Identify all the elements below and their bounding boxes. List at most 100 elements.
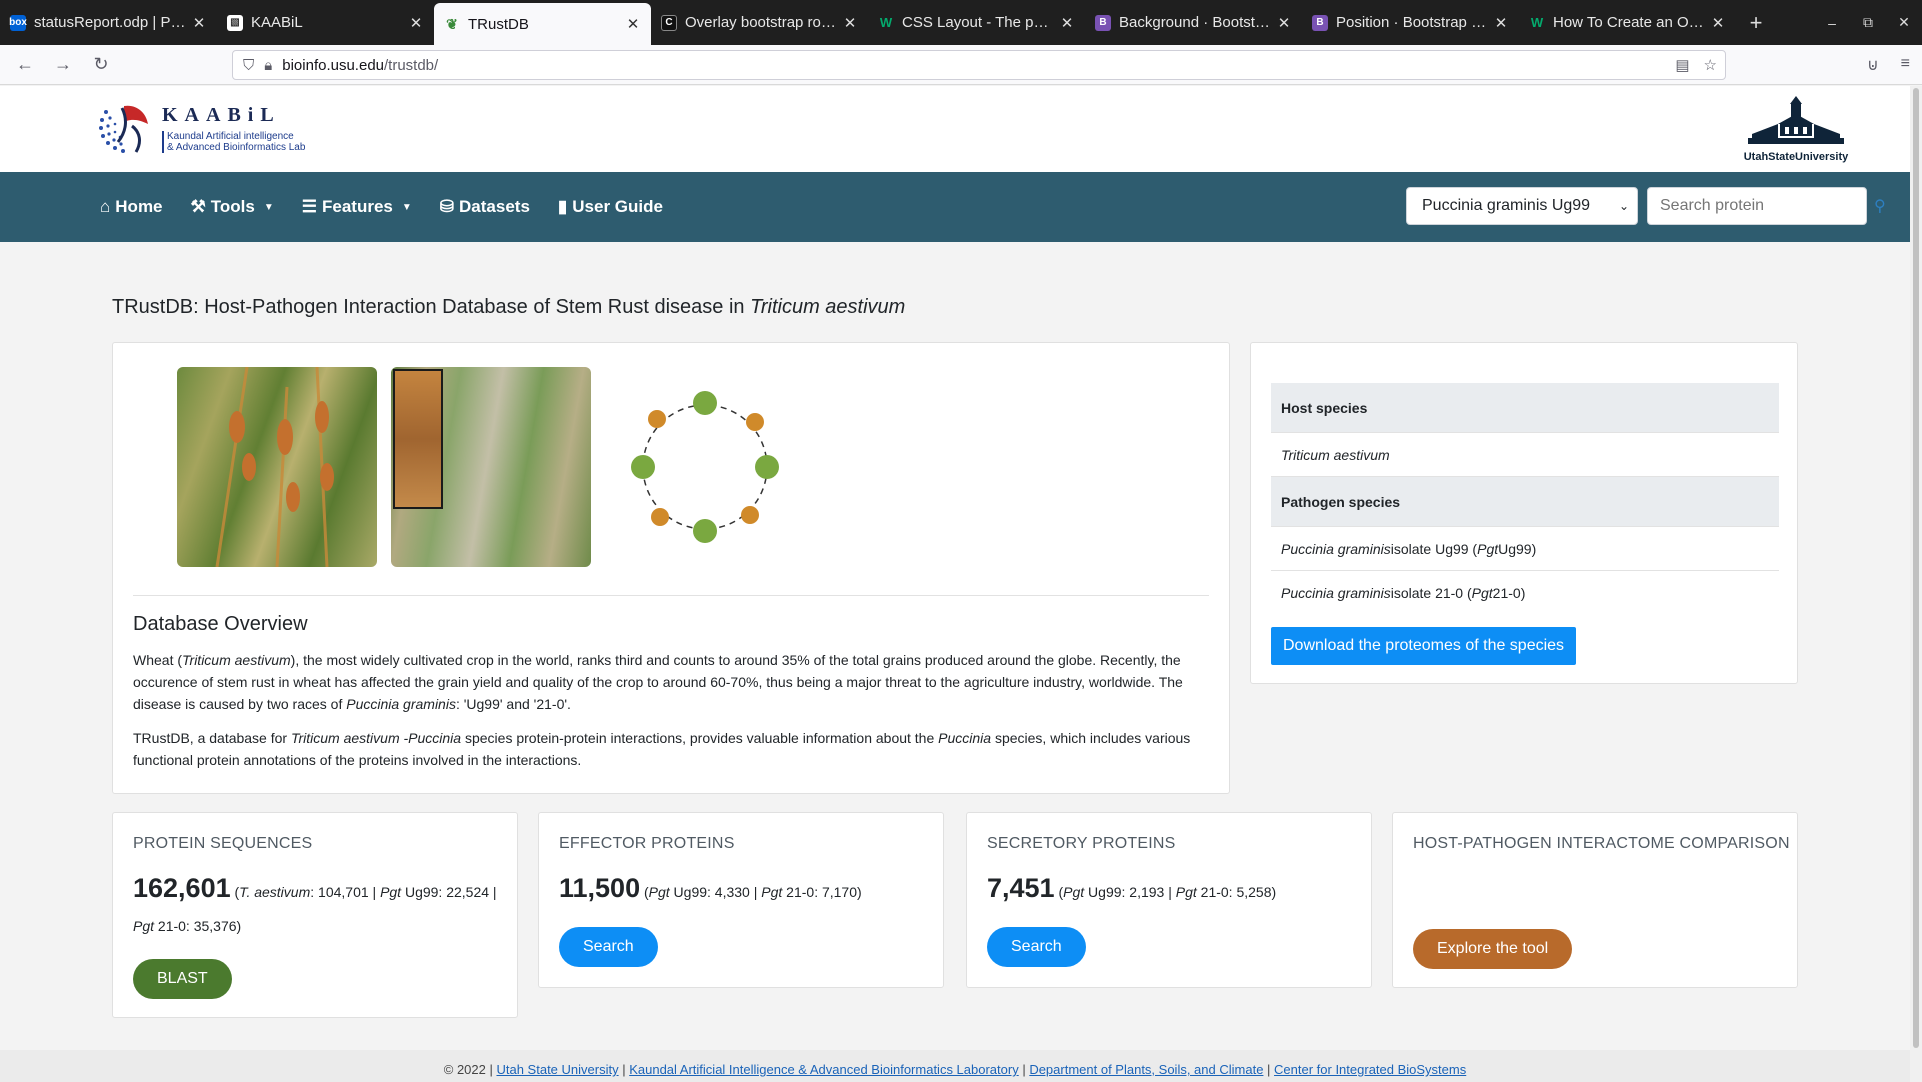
- species-name: Puccinia graminis: [346, 696, 456, 712]
- stat-number: 11,500: [559, 873, 641, 903]
- tab-title: Position · Bootstrap v5.0: [1336, 14, 1489, 31]
- stat-label: Effector Proteins: [559, 835, 735, 852]
- search-secretory-button[interactable]: Search: [987, 927, 1086, 967]
- close-tab-icon[interactable]: ✕: [408, 14, 424, 32]
- host-species-header: Host species: [1271, 383, 1779, 433]
- blast-button[interactable]: BLAST: [133, 959, 232, 999]
- tools-icon: ⚒: [190, 197, 206, 216]
- overview-paragraph-2: TRustDB, a database for Triticum aestivu…: [133, 727, 1213, 771]
- leaf-favicon-icon: ❦: [446, 15, 458, 32]
- search-protein-input[interactable]: [1647, 187, 1867, 225]
- text: (: [640, 884, 649, 900]
- nav-user-guide[interactable]: ▮ User Guide: [558, 197, 663, 217]
- separator: |: [1018, 1062, 1030, 1077]
- nav-features[interactable]: ☰ Features ▼: [302, 197, 412, 217]
- text: Ug99: 4,330 |: [669, 884, 762, 900]
- lock-icon[interactable]: 🔒︎: [264, 57, 272, 74]
- back-icon[interactable]: ←: [6, 54, 44, 75]
- logo-sub-line1: Kaundal Artificial intelligence: [167, 130, 294, 142]
- nav-tools-label: Tools: [210, 197, 255, 216]
- chevron-down-icon: ▼: [401, 201, 412, 213]
- browser-tab[interactable]: ▧ KAABiL ✕: [217, 0, 434, 45]
- bookmark-star-icon[interactable]: ☆: [1704, 56, 1717, 74]
- pathogen-species-header: Pathogen species: [1271, 477, 1779, 527]
- shield-icon[interactable]: ⛉: [243, 57, 254, 74]
- chevron-down-icon: ▼: [263, 201, 274, 213]
- stat-number: 162,601: [133, 873, 231, 903]
- text: (: [1054, 884, 1064, 900]
- tab-title: Overlay bootstrap row c: [685, 14, 838, 31]
- species-name: Puccinia graminis: [1281, 540, 1391, 557]
- pocket-icon[interactable]: ⊍: [1867, 55, 1879, 75]
- search-icon[interactable]: ⚲: [1874, 196, 1886, 216]
- download-proteomes-button[interactable]: Download the proteomes of the species: [1271, 627, 1577, 665]
- browser-tab-strip: box statusReport.odp | Powe ✕ ▧ KAABiL ✕…: [0, 0, 1922, 45]
- reload-icon[interactable]: ↻: [82, 54, 120, 75]
- interactome-comparison-card: Host-Pathogen Interactome Comparison Exp…: [1392, 812, 1798, 988]
- close-window-icon[interactable]: ✕: [1886, 14, 1922, 31]
- species-select[interactable]: Puccinia graminis Ug99 ⌄: [1406, 187, 1638, 225]
- nav-datasets[interactable]: ⛁ Datasets: [440, 197, 530, 217]
- browser-tab[interactable]: W How To Create an Overl ✕: [1519, 0, 1736, 45]
- url-bar[interactable]: ⛉ 🔒︎ bioinfo.usu.edu/trustdb/ ▤ ☆: [232, 50, 1726, 80]
- chevron-down-icon: ⌄: [1618, 199, 1629, 213]
- close-tab-icon[interactable]: ✕: [625, 15, 641, 33]
- nav-home-label: Home: [115, 197, 163, 216]
- overview-paragraph-1: Wheat (Triticum aestivum), the most wide…: [133, 649, 1213, 715]
- close-tab-icon[interactable]: ✕: [1493, 14, 1509, 32]
- pathogen-species-row: Puccinia graminis isolate Ug99 (Pgt Ug99…: [1271, 527, 1779, 571]
- footer-link-usu[interactable]: Utah State University: [496, 1062, 618, 1077]
- browser-tab-active[interactable]: ❦ TRustDB ✕: [434, 3, 651, 45]
- footer-link-cib[interactable]: Center for Integrated BioSystems: [1274, 1062, 1466, 1077]
- document-favicon-icon: ▧: [227, 14, 243, 31]
- new-tab-icon[interactable]: +: [1736, 0, 1776, 45]
- scrollbar-thumb[interactable]: [1913, 88, 1919, 1048]
- nav-tools[interactable]: ⚒ Tools ▼: [191, 197, 274, 217]
- footer-link-psc[interactable]: Department of Plants, Soils, and Climate: [1029, 1062, 1263, 1077]
- browser-tab[interactable]: C Overlay bootstrap row c ✕: [651, 0, 868, 45]
- page-title-text: TRustDB: Host-Pathogen Interaction Datab…: [112, 296, 751, 318]
- browser-tab[interactable]: B Position · Bootstrap v5.0 ✕: [1302, 0, 1519, 45]
- usu-logo[interactable]: UtahStateUniversity: [1738, 94, 1854, 166]
- stat-value: 7,451 (Pgt Ug99: 2,193 | Pgt 21-0: 5,258…: [987, 871, 1357, 909]
- url-host: bioinfo.usu.edu: [282, 56, 384, 74]
- window-controls: – ⧉ ✕: [1814, 0, 1922, 45]
- minimize-icon[interactable]: –: [1814, 15, 1850, 31]
- close-tab-icon[interactable]: ✕: [1710, 14, 1726, 32]
- reader-view-icon[interactable]: ▤: [1675, 56, 1689, 74]
- browser-tab[interactable]: B Background · Bootstrap ✕: [1085, 0, 1302, 45]
- rust-closeup-inset: [393, 369, 443, 509]
- close-tab-icon[interactable]: ✕: [842, 14, 858, 32]
- species-name: Puccinia: [938, 730, 992, 746]
- abbr: Pgt: [380, 884, 402, 900]
- forward-icon[interactable]: →: [44, 54, 82, 75]
- separator: |: [1263, 1062, 1275, 1077]
- pathogen-species-row: Puccinia graminis isolate 21-0 (Pgt 21-0…: [1271, 571, 1779, 615]
- text: Ug99): [1498, 540, 1537, 557]
- scrollbar[interactable]: [1910, 86, 1922, 1082]
- explore-tool-button[interactable]: Explore the tool: [1413, 929, 1573, 969]
- kaabil-logo[interactable]: KAABiL Kaundal Artificial intelligence &…: [96, 98, 305, 158]
- protein-sequences-card: Protein Sequences 162,601 (T. aestivum: …: [112, 812, 518, 1018]
- browser-tab[interactable]: box statusReport.odp | Powe ✕: [0, 0, 217, 45]
- nav-guide-label: User Guide: [572, 197, 663, 216]
- tab-title: TRustDB: [468, 15, 529, 33]
- browser-tab[interactable]: W CSS Layout - The positio ✕: [868, 0, 1085, 45]
- hamburger-menu-icon[interactable]: ≡: [1901, 55, 1910, 75]
- species-select-value: Puccinia graminis Ug99: [1422, 197, 1591, 214]
- restore-icon[interactable]: ⧉: [1850, 14, 1886, 31]
- close-tab-icon[interactable]: ✕: [1059, 14, 1075, 32]
- rust-life-cycle-diagram: [605, 367, 805, 567]
- close-tab-icon[interactable]: ✕: [191, 14, 207, 32]
- text: TRustDB, a database for: [133, 730, 291, 746]
- copyright: © 2022 |: [443, 1062, 497, 1077]
- close-tab-icon[interactable]: ✕: [1276, 14, 1292, 32]
- footer-link-kaabil[interactable]: Kaundal Artificial Intelligence & Advanc…: [629, 1062, 1019, 1077]
- abbr: Pgt: [648, 884, 670, 900]
- image-gallery: [177, 367, 805, 567]
- nav-home[interactable]: ⌂ Home: [100, 197, 163, 217]
- search-effector-button[interactable]: Search: [559, 927, 658, 967]
- file-icon: ▮: [557, 197, 568, 216]
- effector-proteins-card: Effector Proteins 11,500 (Pgt Ug99: 4,33…: [538, 812, 944, 988]
- logo-subtitle: Kaundal Artificial intelligence & Advanc…: [162, 130, 305, 153]
